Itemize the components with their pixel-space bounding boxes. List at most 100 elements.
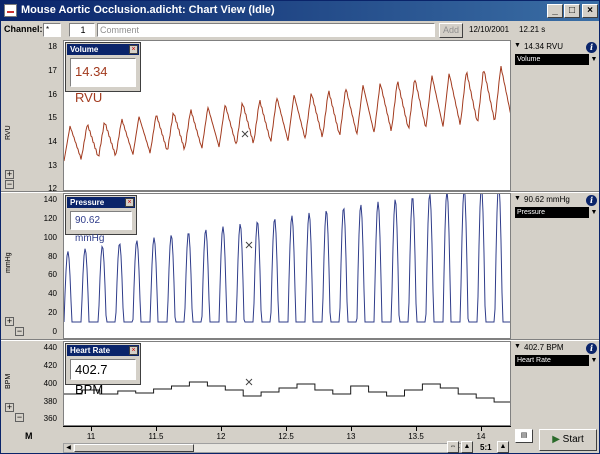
time-tick: 12.5 [278,432,294,441]
time-tickmark [286,427,287,431]
time-tickmark [221,427,222,431]
recording-date: 12/10/2001 [469,25,510,34]
heartrate-side-panel: 402.7 BPM ▼ i Heart Rate ▼ [512,341,599,425]
heartrate-tick: 380 [43,397,57,406]
time-tick: 13 [346,432,356,441]
pressure-zoom-in-button[interactable]: + [5,317,14,326]
zoom-up-icon[interactable]: ▲ [497,441,509,453]
heartrate-tick: 440 [43,343,57,352]
title-bar[interactable]: Mouse Aortic Occlusion.adicht: Chart Vie… [1,1,599,21]
volume-axis: RVU 18 17 16 15 14 13 12 + − [1,40,63,193]
cursor-marker [245,241,253,249]
pressure-tick: 100 [43,233,57,242]
start-label: Start [562,434,584,445]
scroll-thumb[interactable] [74,444,194,452]
heartrate-axis: BPM 440 420 400 380 360 + − [1,341,63,425]
comment-input[interactable]: Comment [97,23,435,37]
volume-popup-close-button[interactable]: × [129,45,138,54]
volume-popup-value: 14.34 RVU [70,58,136,105]
chevron-down-icon[interactable]: ▼ [589,54,599,65]
scroll-left-button[interactable]: ◀ [64,444,73,452]
comment-number-field[interactable]: 1 [69,23,95,37]
compression-icon[interactable]: ⇔ [447,441,459,453]
chevron-down-icon[interactable]: ▼ [589,207,599,218]
heartrate-channel-select[interactable]: Heart Rate ▼ [515,355,599,366]
time-tickmark [156,427,157,431]
volume-tick: 17 [48,66,57,75]
heartrate-select-label: Heart Rate [517,357,551,364]
time-scrollbar[interactable]: ◀ ▶ [63,443,463,453]
time-tickmark [481,427,482,431]
volume-side-panel: 14.34 RVU ▼ i Volume ▼ [512,40,599,190]
heartrate-tick: 360 [43,414,57,423]
chevron-down-icon[interactable]: ▼ [514,42,521,49]
volume-channel-select[interactable]: Volume ▼ [515,54,599,65]
heartrate-zoom-out-button[interactable]: − [15,413,24,422]
pressure-select-label: Pressure [517,209,546,216]
pressure-zoom-out-button[interactable]: − [15,327,24,336]
heartrate-trace [64,381,510,403]
heartrate-unit-label: BPM [5,373,12,389]
info-icon[interactable]: i [586,42,597,53]
time-axis: 11 11.5 12 12.5 13 13.5 14 [63,426,511,442]
volume-side-value: 14.34 RVU [524,42,563,51]
info-icon[interactable]: i [586,343,597,354]
start-button[interactable]: ▶ Start [539,429,597,451]
chart-window: Mouse Aortic Occlusion.adicht: Chart Vie… [0,0,600,454]
pressure-side-panel: 90.62 mmHg ▼ i Pressure ▼ [512,193,599,339]
zoom-ratio: 5:1 [480,443,492,452]
volume-zoom-in-button[interactable]: + [5,170,14,179]
minimize-button[interactable]: _ [547,4,563,18]
cursor-marker [245,378,253,386]
info-icon[interactable]: i [586,195,597,206]
heartrate-popup[interactable]: Heart Rate × 402.7 BPM [65,343,141,397]
app-icon [4,4,17,17]
channel-label: Channel: [4,24,43,34]
pressure-tick: 60 [48,270,57,279]
expand-icon[interactable]: ▲ [461,441,473,453]
heartrate-zoom-in-button[interactable]: + [5,403,14,412]
volume-select-label: Volume [517,56,541,63]
time-tickmark [91,427,92,431]
time-tick: 12 [216,432,226,441]
time-readout: 12.21 s [519,25,546,34]
pressure-tick: 140 [43,195,57,204]
channel-select[interactable]: * [43,23,61,37]
close-button[interactable]: × [582,4,598,18]
window-title: Mouse Aortic Occlusion.adicht: Chart Vie… [21,4,275,16]
time-tick: 11 [86,432,96,441]
time-tick: 14 [476,432,486,441]
mode-icon[interactable]: ▤ [515,429,533,443]
maximize-button[interactable]: □ [564,4,580,18]
start-icon: ▶ [552,434,563,445]
marker-icon[interactable]: M [25,431,33,441]
chevron-down-icon[interactable]: ▼ [514,343,521,350]
volume-popup[interactable]: Volume × 14.34 RVU [65,42,141,105]
pressure-side-value: 90.62 mmHg [524,195,570,204]
pressure-popup-close-button[interactable]: × [125,198,134,207]
volume-unit-label: RVU [5,125,12,140]
time-tick: 13.5 [408,432,424,441]
pressure-unit-label: mmHg [5,252,12,273]
pressure-popup[interactable]: Pressure × 90.62 mmHg [65,195,137,244]
volume-zoom-out-button[interactable]: − [5,180,14,189]
heartrate-popup-value: 402.7 BPM [70,359,136,397]
chevron-down-icon[interactable]: ▼ [514,195,521,202]
add-comment-button[interactable]: Add [439,23,463,38]
volume-tick: 15 [48,113,57,122]
chevron-down-icon[interactable]: ▼ [589,355,599,366]
pressure-tick: 120 [43,214,57,223]
heartrate-popup-close-button[interactable]: × [129,346,138,355]
pressure-tick: 80 [48,252,57,261]
pressure-axis: mmHg 140 120 100 80 60 40 20 0 + − [1,193,63,339]
volume-tick: 18 [48,42,57,51]
heartrate-tick: 400 [43,379,57,388]
heartrate-tick: 420 [43,361,57,370]
volume-tick: 14 [48,137,57,146]
cursor-marker [241,130,249,138]
pressure-channel-select[interactable]: Pressure ▼ [515,207,599,218]
volume-tick: 13 [48,161,57,170]
pressure-popup-value: 90.62 mmHg [70,211,132,244]
pressure-tick: 40 [48,289,57,298]
time-tick: 11.5 [148,432,164,441]
